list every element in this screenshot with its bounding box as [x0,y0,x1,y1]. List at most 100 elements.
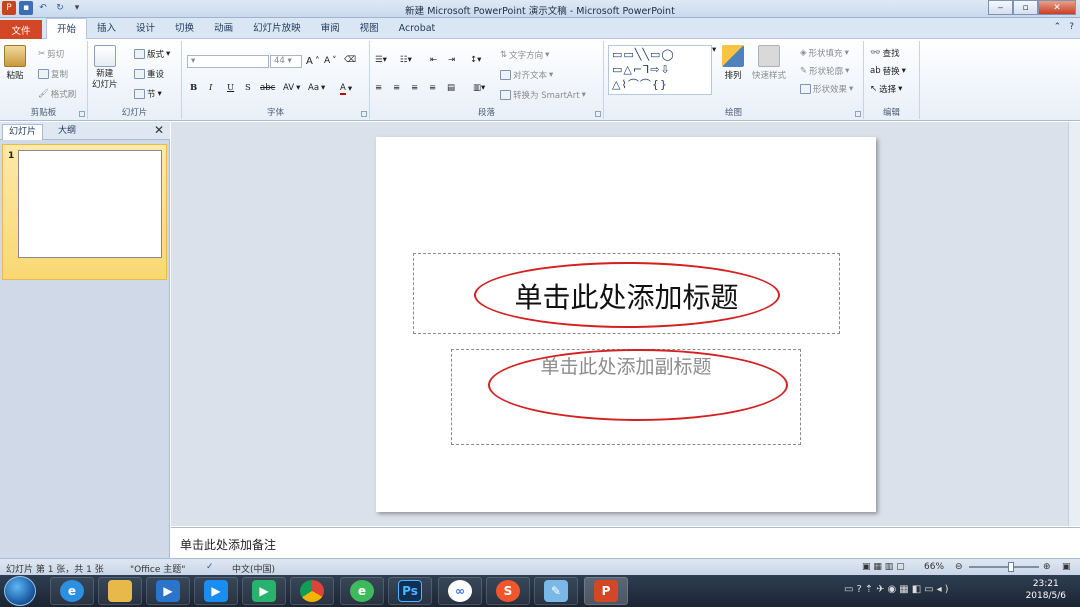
zoom-out-icon[interactable]: ⊖ [955,562,963,572]
smartart-button[interactable]: 转换为 SmartArt ▾ [500,89,586,101]
font-launcher-icon[interactable] [361,111,367,117]
layout-button[interactable]: 版式 ▾ [134,48,170,60]
italic-button[interactable]: I [209,83,212,93]
powerpoint-app-icon[interactable]: P [2,1,16,15]
select-button[interactable]: ↖ 选择 ▾ [870,83,902,95]
paste-button[interactable]: 粘贴 [4,45,26,81]
tab-7[interactable]: 视图 [350,18,389,39]
align-left-icon[interactable]: ≡ [375,83,382,93]
find-button[interactable]: 👓 查找 [870,47,900,59]
grow-font-button[interactable]: A ˄ [306,56,320,67]
quick-styles-button[interactable]: 快速样式 [752,45,786,81]
text-direction-button[interactable]: ⇅ 文字方向 ▾ [500,49,549,61]
maximize-button[interactable]: ▫ [1013,0,1038,15]
redo-icon[interactable]: ↻ [53,1,67,15]
change-case-button[interactable]: Aa ▾ [308,83,325,93]
vertical-scrollbar[interactable] [1068,122,1080,526]
undo-icon[interactable]: ↶ [36,1,50,15]
shapes-more-icon[interactable]: ▾ [712,45,716,55]
baidu-taskbar-button[interactable]: ∞ [438,577,482,605]
minimize-button[interactable]: ‒ [988,0,1013,15]
tab-file[interactable]: 文件 [0,20,42,39]
shape-effects-button[interactable]: 形状效果 ▾ [800,83,853,95]
tab-4[interactable]: 动画 [204,18,243,39]
tab-2[interactable]: 设计 [126,18,165,39]
explorer-taskbar-button[interactable] [98,577,142,605]
clear-formatting-icon[interactable]: ⌫ [344,55,356,65]
columns-button[interactable]: ▥▾ [473,83,485,93]
align-right-icon[interactable]: ≡ [411,83,418,93]
shape-outline-button[interactable]: ✎ 形状轮廓 ▾ [800,65,849,77]
replace-button[interactable]: ab 替换 ▾ [870,65,906,77]
numbering-button[interactable]: ☷▾ [400,55,412,65]
tab-5[interactable]: 幻灯片放映 [243,18,311,39]
fit-to-window-icon[interactable]: ▣ [1062,562,1071,572]
font-name-input[interactable]: ▾ [187,55,269,68]
spellcheck-icon[interactable]: ✓ [206,562,214,572]
tab-outline[interactable]: 大纲 [52,124,82,140]
drawing-launcher-icon[interactable] [855,111,861,117]
save-icon[interactable]: ▪ [19,1,33,15]
media-taskbar-button[interactable]: ▶ [146,577,190,605]
chrome-taskbar-button[interactable] [290,577,334,605]
start-button[interactable] [4,576,36,606]
cut-button[interactable]: ✂ 剪切 [38,48,64,60]
tab-1[interactable]: 插入 [87,18,126,39]
shape-fill-button[interactable]: ◈ 形状填充 ▾ [800,47,849,59]
minimize-ribbon-icon[interactable]: ⌃ [1054,22,1062,32]
underline-button[interactable]: U [227,83,234,93]
photoshop-taskbar-button[interactable]: Ps [388,577,432,605]
panel-close-icon[interactable]: ✕ [154,123,164,137]
paint-taskbar-button[interactable]: ✎ [534,577,578,605]
player-taskbar-button[interactable]: ▶ [194,577,238,605]
tab-8[interactable]: Acrobat [389,18,446,39]
paragraph-launcher-icon[interactable] [595,111,601,117]
shrink-font-button[interactable]: A ˅ [324,56,337,66]
customize-qat-icon[interactable]: ▾ [70,1,84,15]
decrease-indent-icon[interactable]: ⇤ [430,55,437,65]
close-button[interactable]: ✕ [1038,0,1076,15]
format-painter-button[interactable]: 🖌 格式刷 [38,88,76,100]
help-icon[interactable]: ? [1069,22,1074,32]
tab-6[interactable]: 审阅 [311,18,350,39]
align-center-icon[interactable]: ≡ [393,83,400,93]
powerpoint-taskbar-button[interactable]: P [584,577,628,605]
tray-icons-row[interactable]: ▭?⇡✈◉▦◧▭◂) [844,584,952,595]
font-size-input[interactable]: 44 ▾ [270,55,302,68]
shapes-gallery[interactable]: ▭▭╲╲▭◯ ▭△⌐⅂⇨⇩ △⌇⌒⌒{} [608,45,712,95]
slide-thumbnail-item[interactable]: 1 [2,144,167,280]
tab-0[interactable]: 开始 [46,18,88,39]
view-buttons[interactable]: ▣ ▦ ▥ ▢ [862,562,905,572]
sogou-taskbar-button[interactable]: S [486,577,530,605]
notes-pane[interactable]: 单击此处添加备注 [171,527,1080,558]
shadow-button[interactable]: abc [260,83,275,93]
language[interactable]: 中文(中国) [232,562,275,575]
tab-3[interactable]: 切换 [165,18,204,39]
bold-button[interactable]: B [190,83,197,93]
browser-taskbar-button[interactable]: e [340,577,384,605]
clipboard-launcher-icon[interactable] [79,111,85,117]
strikethrough-button[interactable]: S [245,83,251,93]
justify-icon[interactable]: ≡ [429,83,436,93]
zoom-slider[interactable] [969,566,1039,568]
tab-slides[interactable]: 幻灯片 [2,124,44,140]
new-slide-button[interactable]: 新建 幻灯片 [92,45,118,91]
ie-taskbar-button[interactable]: e [50,577,94,605]
reset-button[interactable]: 重设 [134,68,164,80]
zoom-slider-thumb[interactable] [1008,562,1014,572]
align-text-button[interactable]: 对齐文本 ▾ [500,69,553,81]
increase-indent-icon[interactable]: ⇥ [448,55,455,65]
slide-thumbnail[interactable] [18,150,162,258]
line-spacing-button[interactable]: ↕▾ [470,55,481,65]
video-taskbar-button[interactable]: ▶ [242,577,286,605]
arrange-button[interactable]: 排列 [722,45,744,81]
system-clock[interactable]: 23:21 2018/5/6 [1026,578,1066,602]
bullets-button[interactable]: ☰▾ [375,55,387,65]
slide-canvas[interactable]: 单击此处添加标题 单击此处添加副标题 [376,137,876,512]
zoom-in-icon[interactable]: ⊕ [1043,562,1051,572]
distributed-icon[interactable]: ▤ [447,83,455,93]
section-button[interactable]: 节 ▾ [134,88,162,100]
copy-button[interactable]: 复制 [38,68,68,80]
zoom-level[interactable]: 66% [924,562,944,572]
character-spacing-button[interactable]: AV ▾ [283,83,300,93]
